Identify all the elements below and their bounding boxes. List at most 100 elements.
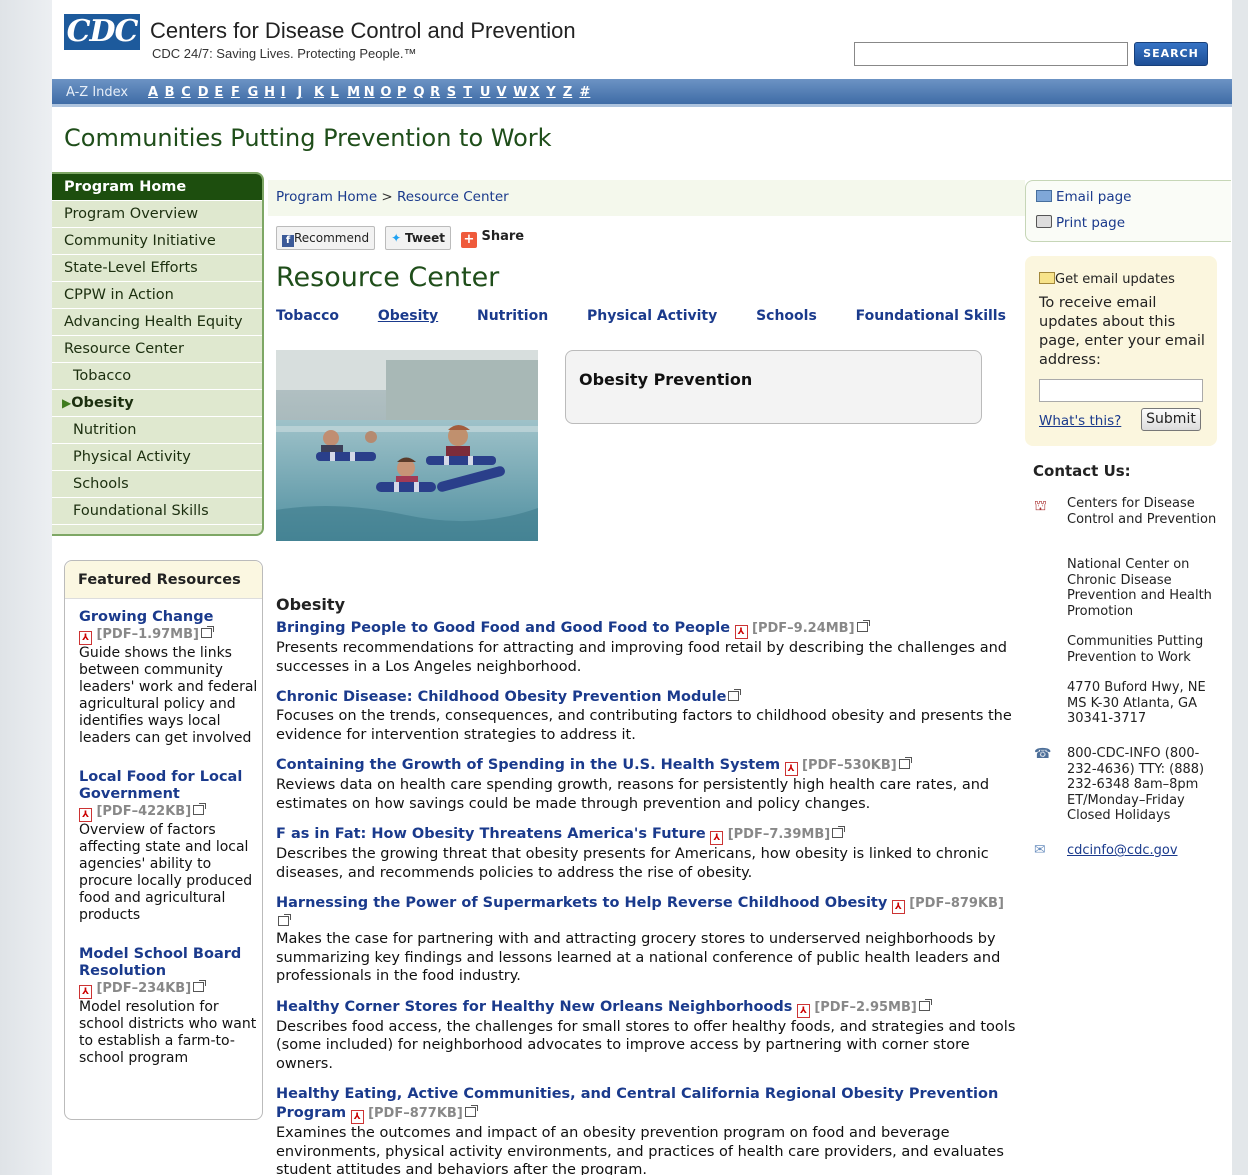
pdf-icon: ⅄ [79, 631, 92, 645]
left-nav: Program Home Program Overview Community … [52, 172, 264, 536]
featured-desc: Model resolution for school districts wh… [79, 999, 257, 1066]
external-link-icon [832, 826, 846, 838]
header: CDC Centers for Disease Control and Prev… [52, 0, 1232, 80]
az-letter-i[interactable]: I [281, 85, 298, 100]
featured-link[interactable]: Model School Board Resolution [79, 946, 258, 980]
topic-obesity[interactable]: Obesity [378, 308, 438, 324]
whats-this-link[interactable]: What's this? [1039, 413, 1121, 429]
nav-resource-center[interactable]: Resource Center [52, 336, 262, 363]
featured-link[interactable]: Growing Change [79, 609, 258, 626]
az-letter-z[interactable]: Z [563, 85, 580, 100]
az-letter-k[interactable]: K [314, 85, 331, 100]
topic-nutrition[interactable]: Nutrition [477, 308, 548, 324]
search-input[interactable] [854, 42, 1128, 66]
az-letter-y[interactable]: Y [546, 85, 563, 100]
az-letter-t[interactable]: T [463, 85, 480, 100]
email-page-icon [1036, 190, 1052, 202]
nav-cppw-in-action[interactable]: CPPW in Action [52, 282, 262, 309]
az-letter-l[interactable]: L [331, 85, 348, 100]
resource-list: Obesity Bringing People to Good Food and… [276, 595, 1016, 1175]
pool-exercise-photo [276, 350, 538, 541]
az-letter-f[interactable]: F [231, 85, 248, 100]
print-page-label: Print page [1056, 215, 1126, 231]
pdf-size: [PDF–877KB] [368, 1106, 463, 1121]
topic-physical-activity[interactable]: Physical Activity [587, 308, 717, 324]
az-letter-m[interactable]: M [347, 85, 364, 100]
resource-desc: Presents recommendations for attracting … [276, 640, 1007, 675]
nav-community-initiative[interactable]: Community Initiative [52, 228, 262, 255]
az-letter-h[interactable]: H [264, 85, 281, 100]
cdc-logo[interactable]: CDC [64, 14, 140, 50]
breadcrumb-current[interactable]: Resource Center [397, 189, 509, 205]
share-plus-icon: + [460, 231, 477, 248]
az-letter-u[interactable]: U [480, 85, 497, 100]
az-letter-b[interactable]: B [165, 85, 182, 100]
resource-link[interactable]: F as in Fat: How Obesity Threatens Ameri… [276, 826, 706, 842]
az-letter-d[interactable]: D [198, 85, 215, 100]
az-letter-v[interactable]: V [496, 85, 513, 100]
nav-sub-foundational-skills[interactable]: Foundational Skills [52, 498, 262, 525]
contact-phone: 800-CDC-INFO (800-232-4636) TTY: (888) 2… [1067, 746, 1205, 823]
az-letter-x[interactable]: X [530, 85, 547, 100]
nav-advancing-health-equity[interactable]: Advancing Health Equity [52, 309, 262, 336]
az-letter-s[interactable]: S [447, 85, 464, 100]
resource-link[interactable]: Containing the Growth of Spending in the… [276, 757, 780, 773]
az-letter-g[interactable]: G [248, 85, 265, 100]
az-letter-n[interactable]: N [364, 85, 381, 100]
topic-foundational-skills[interactable]: Foundational Skills [856, 308, 1006, 324]
az-letter-e[interactable]: E [214, 85, 231, 100]
az-letter-p[interactable]: P [397, 85, 414, 100]
featured-link[interactable]: Local Food for Local Government [79, 769, 258, 803]
az-letter-j[interactable]: J [297, 85, 314, 100]
az-letter-r[interactable]: R [430, 85, 447, 100]
twitter-icon: ✦ [391, 231, 402, 245]
feature-box: Obesity Prevention [565, 350, 982, 424]
az-letter-o[interactable]: O [380, 85, 397, 100]
email-page-link[interactable]: Email page [1036, 189, 1131, 205]
nav-program-home[interactable]: Program Home [52, 174, 262, 201]
search-button[interactable]: SEARCH [1134, 42, 1208, 66]
pdf-size: [PDF–879KB] [909, 896, 1004, 911]
email-address-input[interactable] [1039, 379, 1203, 402]
pdf-size: [PDF–530KB] [802, 758, 897, 773]
az-letter-a[interactable]: A [148, 85, 165, 100]
topic-tobacco[interactable]: Tobacco [276, 308, 339, 324]
print-page-link[interactable]: Print page [1036, 215, 1125, 231]
share-button[interactable]: + Share [460, 229, 524, 248]
tweet-button[interactable]: ✦ Tweet [385, 226, 451, 250]
left-background [0, 0, 52, 1175]
az-letter-num[interactable]: # [579, 85, 596, 100]
featured-item: Local Food for Local Government ⅄ [PDF–4… [65, 769, 262, 924]
submit-button[interactable]: Submit [1141, 408, 1201, 431]
resource-link[interactable]: Healthy Corner Stores for Healthy New Or… [276, 999, 792, 1015]
nav-sub-schools[interactable]: Schools [52, 471, 262, 498]
resource-desc: Makes the case for partnering with and a… [276, 931, 1001, 984]
nav-sub-tobacco[interactable]: Tobacco [52, 363, 262, 390]
resource-item: Harnessing the Power of Supermarkets to … [276, 894, 1016, 986]
breadcrumb-home[interactable]: Program Home [276, 189, 377, 205]
external-link-icon [918, 998, 932, 1011]
nav-sub-physical-activity[interactable]: Physical Activity [52, 444, 262, 471]
resource-link[interactable]: Harnessing the Power of Supermarkets to … [276, 895, 887, 911]
site-title[interactable]: Communities Putting Prevention to Work [64, 124, 552, 152]
resource-item: Bringing People to Good Food and Good Fo… [276, 619, 1016, 676]
page-utilities: Email page Print page [1025, 180, 1231, 242]
az-letter-c[interactable]: C [181, 85, 198, 100]
recommend-button[interactable]: f Recommend [276, 226, 376, 250]
topic-schools[interactable]: Schools [756, 308, 817, 324]
resource-list-heading: Obesity [276, 595, 345, 614]
az-letter-w[interactable]: W [513, 85, 530, 100]
nav-state-level-efforts[interactable]: State-Level Efforts [52, 255, 262, 282]
resource-link[interactable]: Bringing People to Good Food and Good Fo… [276, 620, 730, 636]
resource-item: Healthy Eating, Active Communities, and … [276, 1085, 1016, 1175]
resource-link[interactable]: Chronic Disease: Childhood Obesity Preve… [276, 689, 726, 705]
contact-email-link[interactable]: cdcinfo@cdc.gov [1067, 843, 1178, 858]
nav-program-overview[interactable]: Program Overview [52, 201, 262, 228]
social-buttons: f Recommend ✦ Tweet + Share [276, 226, 524, 250]
nav-sub-obesity-label: Obesity [71, 395, 134, 411]
nav-sub-obesity[interactable]: ▶Obesity [52, 390, 262, 417]
building-icon: ⛫ [1034, 498, 1047, 514]
email-updates-heading: Get email updates [1039, 272, 1175, 287]
az-letter-q[interactable]: Q [414, 85, 431, 100]
nav-sub-nutrition[interactable]: Nutrition [52, 417, 262, 444]
